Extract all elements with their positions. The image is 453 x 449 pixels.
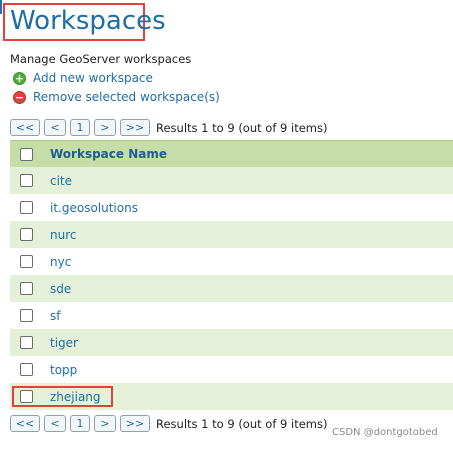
workspace-link[interactable]: sf (50, 309, 60, 323)
pager-bottom: << < 1 > >> Results 1 to 9 (out of 9 ite… (10, 414, 327, 433)
next-page-button[interactable]: > (94, 415, 116, 432)
results-info: Results 1 to 9 (out of 9 items) (156, 120, 328, 135)
row-checkbox[interactable] (20, 255, 33, 268)
remove-workspace-label: Remove selected workspace(s) (33, 90, 220, 104)
remove-workspace-link[interactable]: − Remove selected workspace(s) (13, 89, 220, 105)
row-checkbox[interactable] (20, 282, 33, 295)
table-row: cite (10, 167, 453, 194)
add-workspace-link[interactable]: + Add new workspace (13, 70, 153, 86)
table-row: nyc (10, 248, 453, 275)
table-row: tiger (10, 329, 453, 356)
prev-page-button[interactable]: < (44, 119, 66, 136)
page-subtitle: Manage GeoServer workspaces (10, 52, 192, 66)
watermark: CSDN @dontgotobed (332, 427, 438, 438)
workspace-link[interactable]: nurc (50, 228, 76, 242)
row-checkbox[interactable] (20, 174, 33, 187)
add-workspace-label: Add new workspace (33, 71, 153, 85)
page-number-button[interactable]: 1 (70, 415, 90, 432)
row-highlight-box (12, 386, 113, 407)
page-number-button[interactable]: 1 (70, 119, 90, 136)
workspace-link[interactable]: cite (50, 174, 72, 188)
workspace-link[interactable]: nyc (50, 255, 71, 269)
row-checkbox[interactable] (20, 336, 33, 349)
row-checkbox[interactable] (20, 363, 33, 376)
next-page-button[interactable]: > (94, 119, 116, 136)
table-row: sf (10, 302, 453, 329)
first-page-button[interactable]: << (10, 119, 40, 136)
row-checkbox[interactable] (20, 309, 33, 322)
table-row: topp (10, 356, 453, 383)
row-checkbox[interactable] (20, 228, 33, 241)
last-page-button[interactable]: >> (120, 415, 150, 432)
table-row: nurc (10, 221, 453, 248)
workspace-link[interactable]: topp (50, 363, 77, 377)
select-all-checkbox[interactable] (20, 147, 33, 161)
workspaces-table: Workspace Name cite it.geosolutions nurc… (10, 140, 453, 410)
results-info: Results 1 to 9 (out of 9 items) (156, 416, 328, 431)
first-page-button[interactable]: << (10, 415, 40, 432)
row-checkbox[interactable] (20, 201, 33, 214)
pager-top: << < 1 > >> Results 1 to 9 (out of 9 ite… (10, 118, 327, 137)
last-page-button[interactable]: >> (120, 119, 150, 136)
workspace-name-header[interactable]: Workspace Name (50, 147, 167, 161)
minus-circle-icon: − (13, 90, 26, 104)
workspace-link[interactable]: it.geosolutions (50, 201, 138, 215)
table-row: it.geosolutions (10, 194, 453, 221)
workspace-link[interactable]: sde (50, 282, 71, 296)
plus-circle-icon: + (13, 71, 26, 85)
workspace-link[interactable]: tiger (50, 336, 78, 350)
prev-page-button[interactable]: < (44, 415, 66, 432)
left-edge-accent (0, 0, 2, 14)
table-header-row: Workspace Name (10, 140, 453, 167)
page-title: Workspaces (10, 6, 166, 36)
table-row: sde (10, 275, 453, 302)
